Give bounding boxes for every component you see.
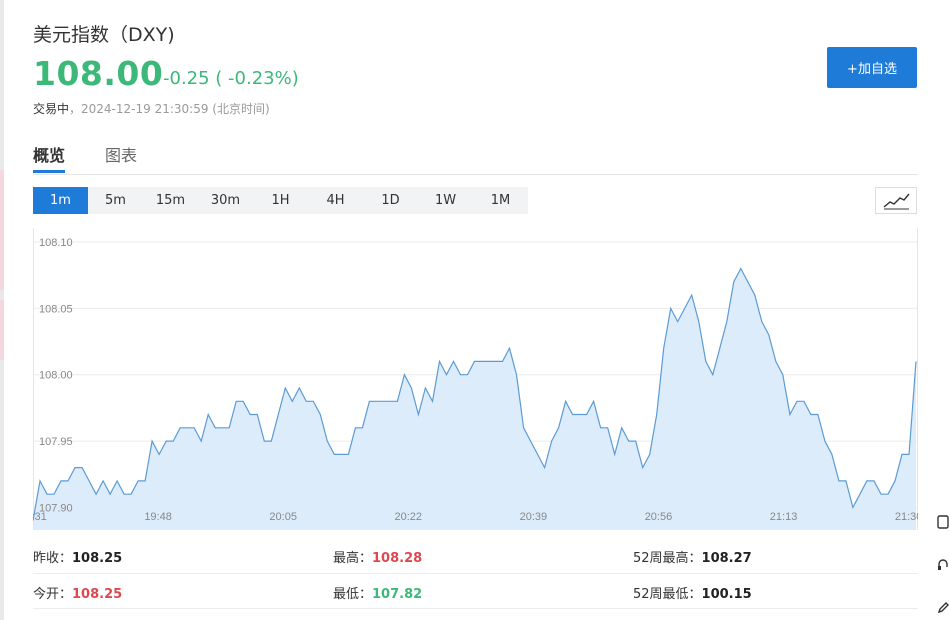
current-price: 108.00	[33, 54, 164, 93]
price-change: -0.25 ( -0.23%)	[163, 68, 299, 89]
interval-4h[interactable]: 4H	[308, 187, 363, 214]
edge-highlight	[0, 170, 4, 290]
line-chart-icon	[883, 193, 910, 210]
chart-type-toggle[interactable]	[875, 187, 917, 214]
x-tick-label: 20:56	[645, 511, 673, 523]
interval-1m[interactable]: 1m	[33, 187, 88, 214]
left-edge-strip	[0, 0, 4, 620]
pen-icon[interactable]	[937, 600, 949, 614]
tab-bar: 概览 图表	[33, 140, 918, 175]
interval-15m[interactable]: 15m	[143, 187, 198, 214]
y-tick-label: 108.05	[39, 303, 73, 315]
x-tick-label: 20:39	[520, 511, 548, 523]
trade-status: 交易中，2024-12-19 21:30:59 (北京时间)	[33, 100, 270, 117]
stat-label: 最高：	[333, 551, 373, 566]
status-text: 交易中	[33, 102, 70, 116]
x-tick-label: 19:48	[144, 511, 172, 523]
stat-value: 107.82	[372, 587, 423, 602]
interval-30m[interactable]: 30m	[198, 187, 253, 214]
tab-overview[interactable]: 概览	[33, 142, 65, 166]
y-tick-label: 108.00	[39, 370, 73, 382]
y-tick-label: 108.10	[39, 237, 73, 249]
x-tick-label: 19:31	[33, 511, 47, 523]
stats-divider	[33, 573, 918, 574]
stat-open: 今开：108.25	[33, 583, 122, 602]
stats-divider	[33, 608, 918, 609]
stat-value: 100.15	[701, 587, 752, 602]
stat-prev-close: 昨收：108.25	[33, 547, 122, 566]
y-tick-label: 107.95	[39, 436, 73, 448]
stats-panel: 昨收：108.25 最高：108.28 52周最高：108.27 今开：108.…	[0, 538, 949, 620]
x-tick-label: 21:30	[895, 511, 918, 523]
price-chart: 108.10108.05108.00107.95107.9019:3119:48…	[19, 228, 922, 530]
tablet-icon[interactable]	[937, 515, 949, 529]
x-tick-label: 21:13	[770, 511, 798, 523]
stat-value: 108.25	[72, 587, 123, 602]
stat-label: 今开：	[33, 587, 73, 602]
stat-label: 最低：	[333, 587, 373, 602]
stat-label: 52周最高：	[633, 551, 702, 566]
stat-value: 108.27	[701, 551, 752, 566]
interval-5m[interactable]: 5m	[88, 187, 143, 214]
interval-1mo[interactable]: 1M	[473, 187, 528, 214]
stat-value: 108.28	[372, 551, 423, 566]
price-chart-svg: 108.10108.05108.00107.95107.9019:3119:48…	[19, 228, 922, 530]
edge-highlight	[0, 300, 4, 360]
stat-value: 108.25	[72, 551, 123, 566]
tab-chart[interactable]: 图表	[105, 142, 137, 166]
stat-52w-low: 52周最低：100.15	[633, 583, 752, 602]
active-tab-indicator	[33, 170, 65, 173]
stat-52w-high: 52周最高：108.27	[633, 547, 752, 566]
stat-high: 最高：108.28	[333, 547, 422, 566]
x-tick-label: 20:22	[395, 511, 423, 523]
interval-1w[interactable]: 1W	[418, 187, 473, 214]
page-title: 美元指数（DXY)	[33, 24, 175, 46]
add-watchlist-button[interactable]: +加自选	[827, 47, 917, 88]
x-tick-label: 20:05	[269, 511, 297, 523]
interval-selector: 1m 5m 15m 30m 1H 4H 1D 1W 1M	[33, 187, 528, 214]
interval-1h[interactable]: 1H	[253, 187, 308, 214]
interval-1d[interactable]: 1D	[363, 187, 418, 214]
stat-label: 昨收：	[33, 551, 73, 566]
timestamp: ，2024-12-19 21:30:59 (北京时间)	[69, 102, 270, 116]
stat-low: 最低：107.82	[333, 583, 422, 602]
headset-icon[interactable]	[937, 558, 949, 572]
stat-label: 52周最低：	[633, 587, 702, 602]
